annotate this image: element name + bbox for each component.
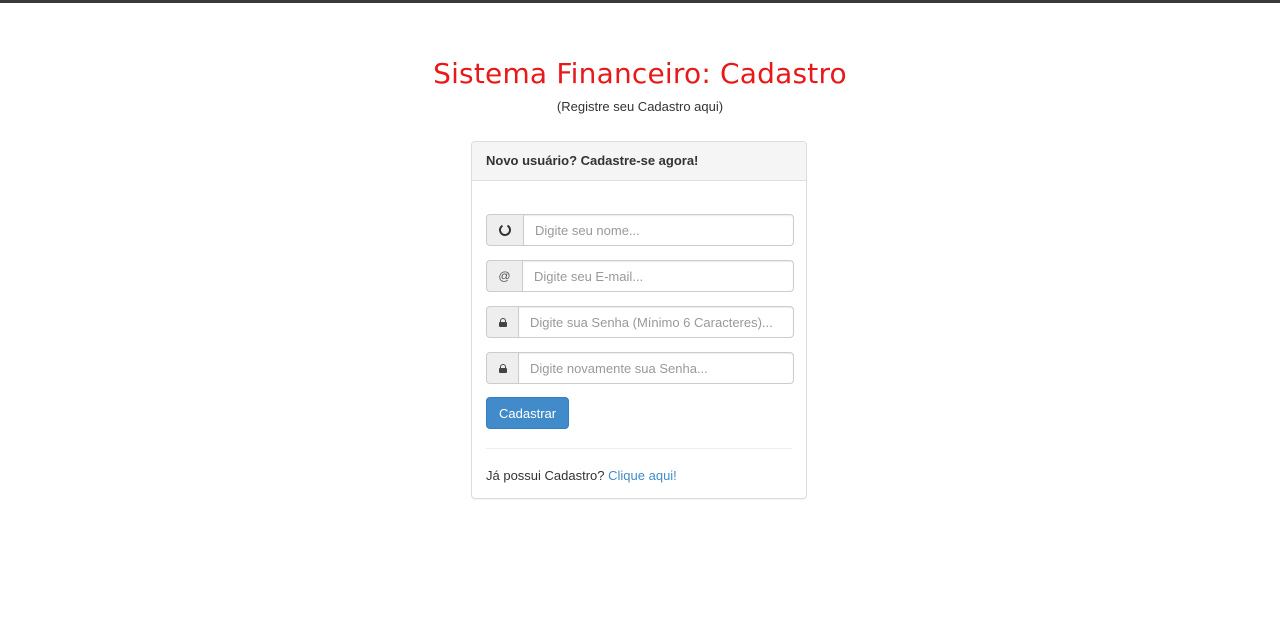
password-confirm-field[interactable] — [518, 352, 794, 384]
email-input-group: @ — [486, 260, 794, 292]
name-field[interactable] — [523, 214, 794, 246]
login-link[interactable]: Clique aqui! — [608, 468, 677, 483]
login-prompt: Já possui Cadastro? Clique aqui! — [486, 467, 677, 485]
divider — [486, 448, 792, 449]
register-button[interactable]: Cadastrar — [486, 397, 570, 429]
password-field[interactable] — [518, 306, 794, 338]
name-input-group — [486, 214, 794, 246]
password-confirm-input-group — [486, 352, 794, 384]
page-title: Sistema Financeiro: Cadastro — [433, 57, 847, 90]
page-subtitle: (Registre seu Cadastro aqui) — [556, 99, 724, 114]
top-bar — [0, 0, 1280, 3]
panel-heading: Novo usuário? Cadastre-se agora! — [472, 142, 806, 181]
circle-icon — [486, 214, 523, 246]
signup-panel: Novo usuário? Cadastre-se agora! @ Cadas… — [471, 141, 807, 499]
lock-icon — [486, 306, 518, 338]
at-icon: @ — [486, 260, 522, 292]
lock-icon — [486, 352, 518, 384]
password-input-group — [486, 306, 794, 338]
email-field[interactable] — [522, 260, 794, 292]
login-prompt-text: Já possui Cadastro? — [486, 468, 605, 483]
